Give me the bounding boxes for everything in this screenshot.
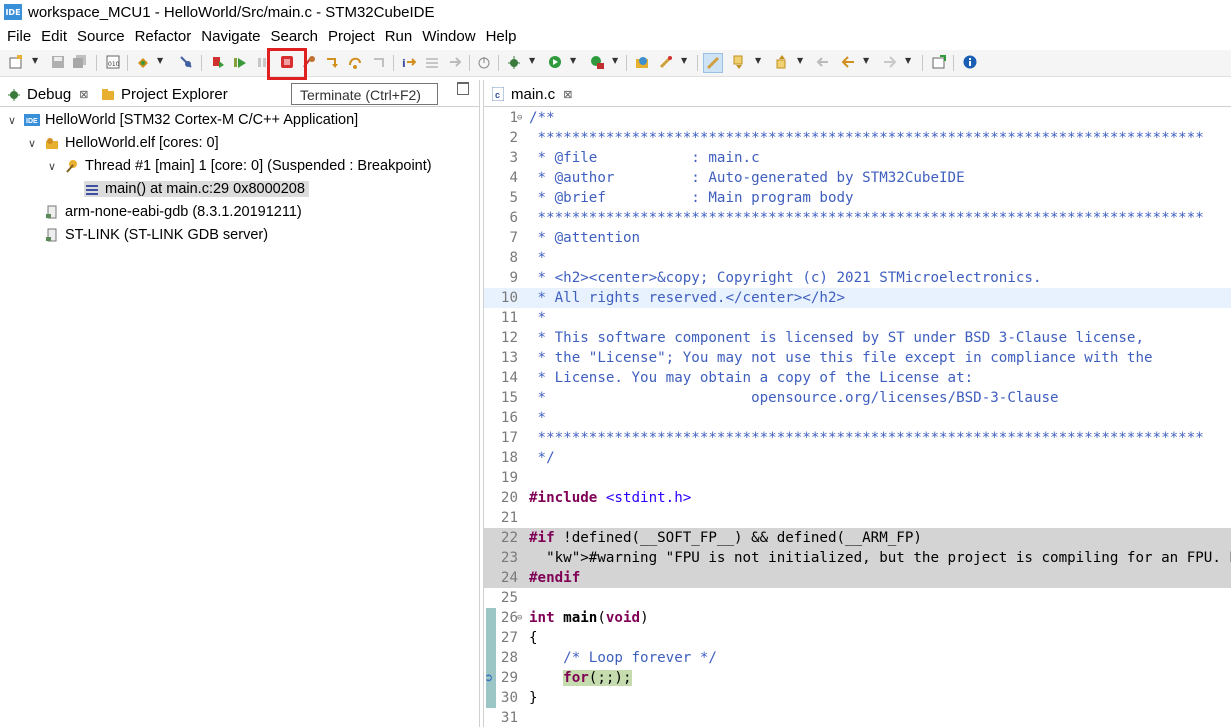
editor-tab-bar: c main.c ⊠	[484, 80, 1231, 107]
step-into-icon[interactable]	[324, 54, 340, 70]
ide-launch-icon: IDE	[24, 112, 40, 128]
tab-project-explorer-label: Project Explorer	[121, 85, 228, 103]
menu-project[interactable]: Project	[321, 26, 375, 48]
new-icon[interactable]	[8, 54, 24, 70]
debug-target-icon	[44, 135, 60, 151]
open-type-icon[interactable]	[634, 54, 650, 70]
menu-navigate[interactable]: Navigate	[194, 26, 260, 48]
debug-config-icon[interactable]	[506, 54, 522, 70]
terminate-highlight-box	[267, 48, 307, 80]
tree-label: Thread #1 [main] 1 [core: 0] (Suspended …	[85, 158, 432, 174]
chevron-down-icon[interactable]: ∨	[8, 114, 20, 127]
back-icon[interactable]	[840, 54, 856, 70]
next-annotation-dropdown-icon[interactable]: ▼	[755, 56, 761, 65]
process-icon	[44, 204, 60, 220]
ide-logo-icon: IDE	[4, 4, 22, 20]
build-dropdown-icon[interactable]: ▼	[157, 56, 163, 65]
tree-label: HelloWorld.elf [cores: 0]	[65, 135, 219, 151]
tab-main-c-label: main.c	[511, 85, 556, 103]
svg-text:010: 010	[108, 61, 120, 68]
menu-source[interactable]: Source	[70, 26, 125, 48]
open-perspective-icon[interactable]	[931, 54, 947, 70]
menu-bar: File Edit Source Refactor Navigate Searc…	[0, 26, 1231, 48]
tree-row-gdb[interactable]: arm-none-eabi-gdb (8.3.1.20191211)	[44, 201, 302, 223]
filter-icon[interactable]	[424, 54, 440, 70]
back-dropdown-icon[interactable]: ▼	[863, 56, 869, 65]
tree-row-elf[interactable]: ∨ HelloWorld.elf [cores: 0]	[28, 132, 219, 154]
instruction-stepping-icon[interactable]: i	[401, 54, 417, 70]
tree-row-thread[interactable]: ∨ Thread #1 [main] 1 [core: 0] (Suspende…	[48, 155, 432, 177]
hand-icon[interactable]	[476, 54, 492, 70]
info-icon[interactable]	[962, 54, 978, 70]
menu-search[interactable]: Search	[263, 26, 318, 48]
menu-window[interactable]: Window	[415, 26, 475, 48]
save-all-icon[interactable]	[72, 54, 88, 70]
minimize-icon[interactable]	[457, 82, 469, 95]
menu-refactor[interactable]: Refactor	[128, 26, 192, 48]
close-icon[interactable]: ⊠	[563, 88, 572, 101]
run-dropdown-icon[interactable]: ▼	[570, 56, 576, 65]
process-icon	[44, 227, 60, 243]
debug-dropdown-icon[interactable]: ▼	[529, 56, 535, 65]
svg-text:c: c	[495, 90, 500, 100]
forward-dropdown-icon[interactable]: ▼	[905, 56, 911, 65]
tree-label: ST-LINK (ST-LINK GDB server)	[65, 227, 269, 243]
close-icon[interactable]: ⊠	[79, 88, 88, 101]
tree-label: main() at main.c:29 0x8000208	[105, 181, 305, 197]
project-explorer-icon	[100, 86, 116, 102]
code-editor: c main.c ⊠ 1 ⊖/** 2 *********************…	[483, 80, 1231, 727]
tab-debug[interactable]: Debug ⊠	[6, 83, 88, 105]
skip-breakpoints-icon[interactable]	[178, 54, 194, 70]
debug-view: Debug ⊠ Project Explorer ∨ IDE HelloWorl…	[0, 80, 480, 727]
save-icon[interactable]	[50, 54, 66, 70]
main-toolbar: ▼ 010 ▼ i ▼ ▼ ▼ ▼ ▼ ▼ ▼ ▼	[0, 50, 1231, 77]
build-icon[interactable]	[135, 54, 151, 70]
menu-help[interactable]: Help	[479, 26, 517, 48]
tree-label: HelloWorld [STM32 Cortex-M C/C++ Applica…	[45, 112, 359, 128]
relaunch-icon[interactable]	[210, 54, 226, 70]
menu-run[interactable]: Run	[378, 26, 413, 48]
menu-edit[interactable]: Edit	[34, 26, 67, 48]
step-return-icon[interactable]	[370, 54, 386, 70]
tree-row-launch[interactable]: ∨ IDE HelloWorld [STM32 Cortex-M C/C++ A…	[8, 109, 358, 131]
title-bar: IDE workspace_MCU1 - HelloWorld/Src/main…	[0, 0, 1231, 24]
run-icon[interactable]	[547, 54, 563, 70]
code-area[interactable]: 1 ⊖/** 2 ********************************…	[484, 108, 1231, 727]
chevron-down-icon[interactable]: ∨	[48, 160, 60, 173]
tree-label: arm-none-eabi-gdb (8.3.1.20191211)	[65, 204, 302, 220]
menu-file[interactable]: File	[0, 26, 31, 48]
tree-row-frame[interactable]: main() at main.c:29 0x8000208	[84, 178, 309, 200]
tab-main-c[interactable]: c main.c ⊠	[490, 83, 572, 105]
last-edit-location-icon[interactable]	[815, 54, 831, 70]
open-task-dropdown-icon[interactable]: ▼	[681, 56, 687, 65]
reset-icon[interactable]	[447, 54, 463, 70]
svg-text:i: i	[402, 57, 406, 69]
debug-bug-icon	[6, 86, 22, 102]
previous-annotation-icon[interactable]	[774, 54, 790, 70]
forward-icon[interactable]	[882, 54, 898, 70]
c-file-icon: c	[490, 86, 506, 102]
next-annotation-icon[interactable]	[731, 54, 747, 70]
resume-icon[interactable]	[232, 54, 248, 70]
previous-annotation-dropdown-icon[interactable]: ▼	[797, 56, 803, 65]
build-binary-icon[interactable]: 010	[105, 54, 121, 70]
toggle-mark-occurrences-icon[interactable]	[703, 53, 723, 73]
stack-frame-icon	[84, 181, 100, 197]
open-task-icon[interactable]	[658, 54, 674, 70]
instruction-pointer-icon: ➲	[484, 671, 494, 684]
terminate-tooltip: Terminate (Ctrl+F2)	[291, 83, 438, 105]
thread-icon	[64, 158, 80, 174]
external-tools-icon[interactable]	[589, 54, 605, 70]
tree-row-stlink[interactable]: ST-LINK (ST-LINK GDB server)	[44, 224, 268, 246]
chevron-down-icon[interactable]: ∨	[28, 137, 40, 150]
tab-project-explorer[interactable]: Project Explorer	[100, 83, 228, 105]
new-dropdown-icon[interactable]: ▼	[32, 56, 38, 65]
window-title: workspace_MCU1 - HelloWorld/Src/main.c -…	[28, 3, 435, 21]
external-tools-dropdown-icon[interactable]: ▼	[612, 56, 618, 65]
step-over-icon[interactable]	[347, 54, 363, 70]
tab-debug-label: Debug	[27, 85, 72, 103]
svg-text:IDE: IDE	[26, 118, 38, 125]
